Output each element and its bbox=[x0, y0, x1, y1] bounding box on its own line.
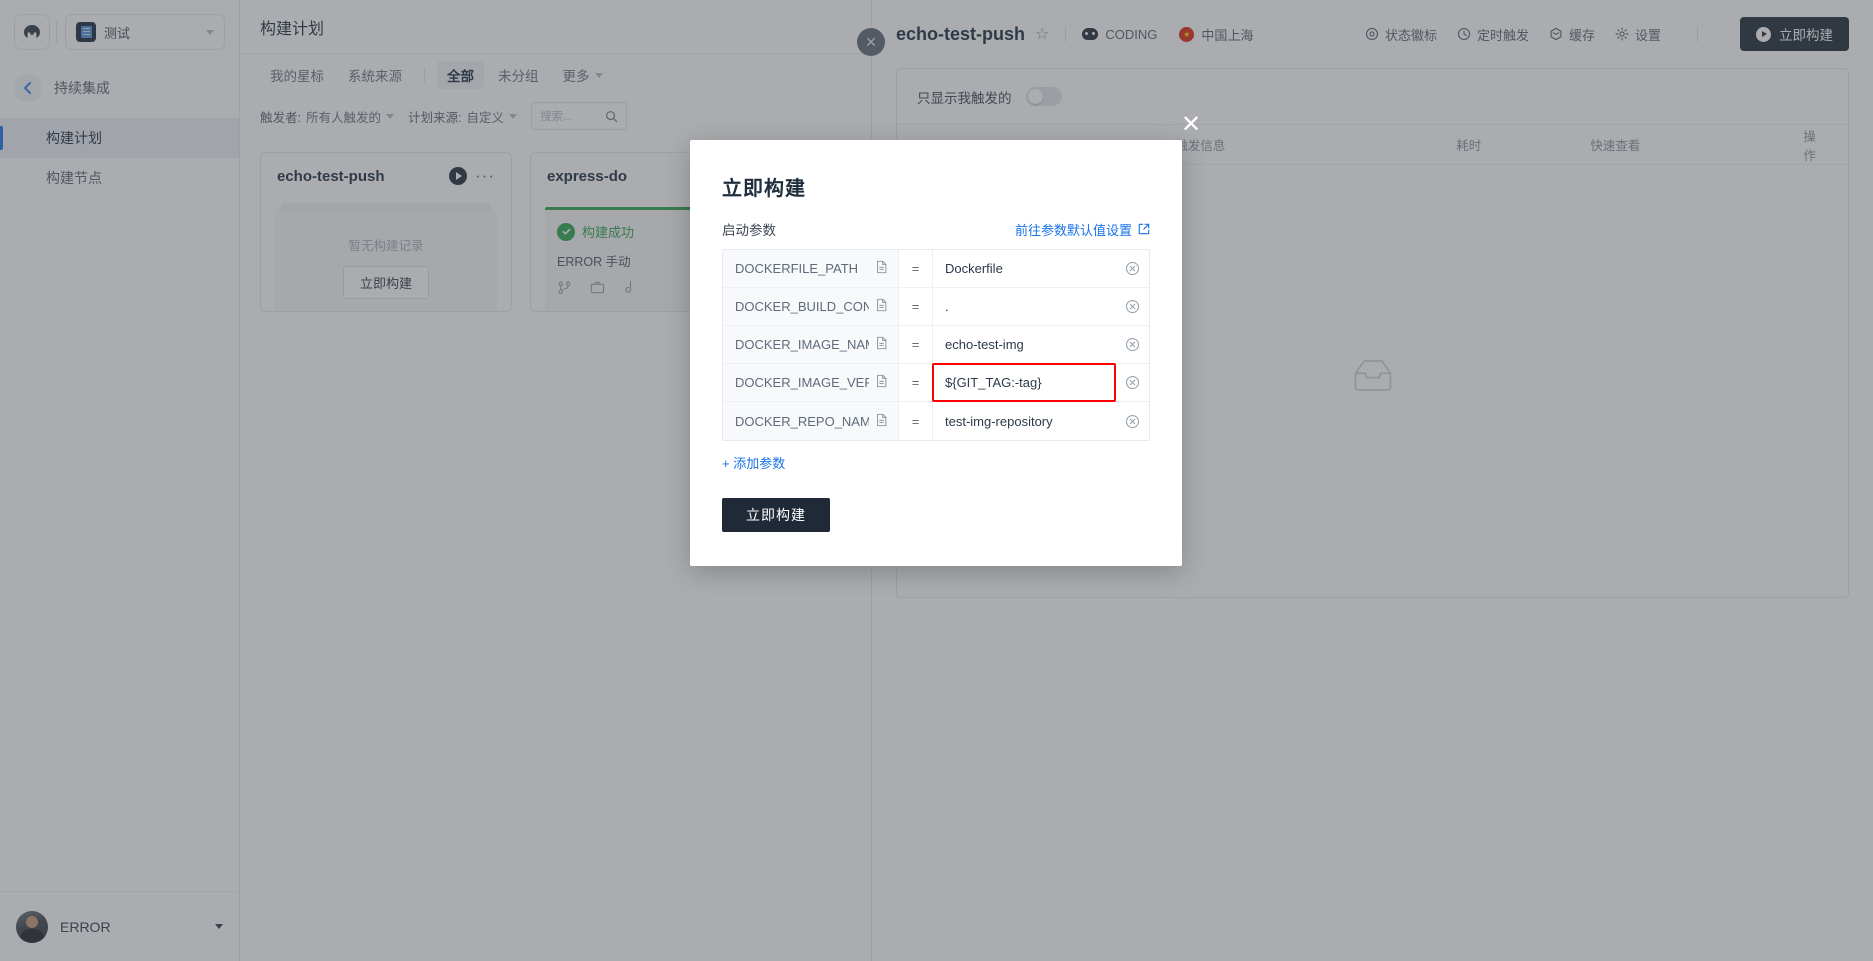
param-value-input[interactable]: echo-test-img bbox=[933, 326, 1115, 363]
param-delete-button[interactable] bbox=[1115, 288, 1149, 325]
param-delete-button[interactable] bbox=[1115, 402, 1149, 440]
dialog-submit-button[interactable]: 立即构建 bbox=[722, 498, 830, 532]
param-row: DOCKER_IMAGE_VERS = ${GIT_TAG:-tag} bbox=[723, 363, 1149, 402]
param-equals: = bbox=[899, 326, 933, 363]
delete-circle-icon bbox=[1125, 414, 1139, 428]
param-key: DOCKERFILE_PATH bbox=[735, 261, 859, 276]
app-root: 测试 持续集成 构建计划 构建节点 ERROR 构建计划 我的星标 系统来源 全… bbox=[0, 0, 1873, 961]
param-value-input-highlighted[interactable]: ${GIT_TAG:-tag} bbox=[932, 363, 1116, 402]
dialog-section-row: 启动参数 前往参数默认值设置 bbox=[722, 219, 1150, 239]
params-table: DOCKERFILE_PATH = Dockerfile DOCKER_BUIL… bbox=[722, 249, 1150, 441]
param-row: DOCKER_BUILD_CONT = . bbox=[723, 288, 1149, 326]
param-key: DOCKER_IMAGE_VERS bbox=[735, 375, 869, 390]
file-icon[interactable] bbox=[875, 374, 888, 391]
param-delete-button[interactable] bbox=[1115, 326, 1149, 363]
param-row: DOCKER_REPO_NAME = test-img-repository bbox=[723, 402, 1149, 440]
param-row: DOCKER_IMAGE_NAM = echo-test-img bbox=[723, 326, 1149, 364]
build-now-dialog: 立即构建 启动参数 前往参数默认值设置 DOCKERFILE_PATH = Do… bbox=[690, 140, 1182, 566]
delete-circle-icon bbox=[1125, 337, 1139, 352]
file-icon[interactable] bbox=[875, 336, 888, 353]
param-key-cell: DOCKER_BUILD_CONT bbox=[723, 288, 899, 325]
external-link-icon bbox=[1138, 223, 1150, 235]
param-equals: = bbox=[899, 288, 933, 325]
delete-circle-icon bbox=[1125, 375, 1139, 390]
param-delete-button[interactable] bbox=[1115, 250, 1149, 287]
add-param-button[interactable]: + 添加参数 bbox=[722, 453, 1150, 472]
param-key-cell: DOCKERFILE_PATH bbox=[723, 250, 899, 287]
param-key-cell: DOCKER_REPO_NAME bbox=[723, 402, 899, 440]
param-key: DOCKER_REPO_NAME bbox=[735, 413, 869, 429]
param-equals: = bbox=[899, 250, 933, 287]
param-key-cell: DOCKER_IMAGE_VERS bbox=[723, 364, 899, 401]
param-value-input[interactable]: . bbox=[933, 288, 1115, 325]
delete-circle-icon bbox=[1125, 261, 1139, 276]
default-values-settings-label: 前往参数默认值设置 bbox=[1014, 222, 1132, 238]
default-values-settings-link[interactable]: 前往参数默认值设置 bbox=[1015, 220, 1150, 239]
param-key: DOCKER_IMAGE_NAM bbox=[735, 337, 869, 352]
param-key-cell: DOCKER_IMAGE_NAM bbox=[723, 326, 899, 363]
param-equals: = bbox=[899, 364, 933, 401]
file-icon[interactable] bbox=[875, 298, 888, 315]
delete-circle-icon bbox=[1125, 299, 1139, 314]
file-icon[interactable] bbox=[875, 260, 888, 277]
dialog-title: 立即构建 bbox=[722, 178, 806, 200]
dialog-section-label: 启动参数 bbox=[722, 223, 776, 238]
param-value-input[interactable]: Dockerfile bbox=[933, 250, 1115, 287]
param-value-input[interactable]: test-img-repository bbox=[933, 402, 1115, 440]
file-icon[interactable] bbox=[875, 413, 888, 430]
param-delete-button[interactable] bbox=[1115, 364, 1149, 401]
param-equals: = bbox=[899, 402, 933, 440]
param-row: DOCKERFILE_PATH = Dockerfile bbox=[723, 250, 1149, 288]
param-key: DOCKER_BUILD_CONT bbox=[735, 299, 869, 314]
modal-close-button[interactable]: ✕ bbox=[1181, 113, 1201, 137]
